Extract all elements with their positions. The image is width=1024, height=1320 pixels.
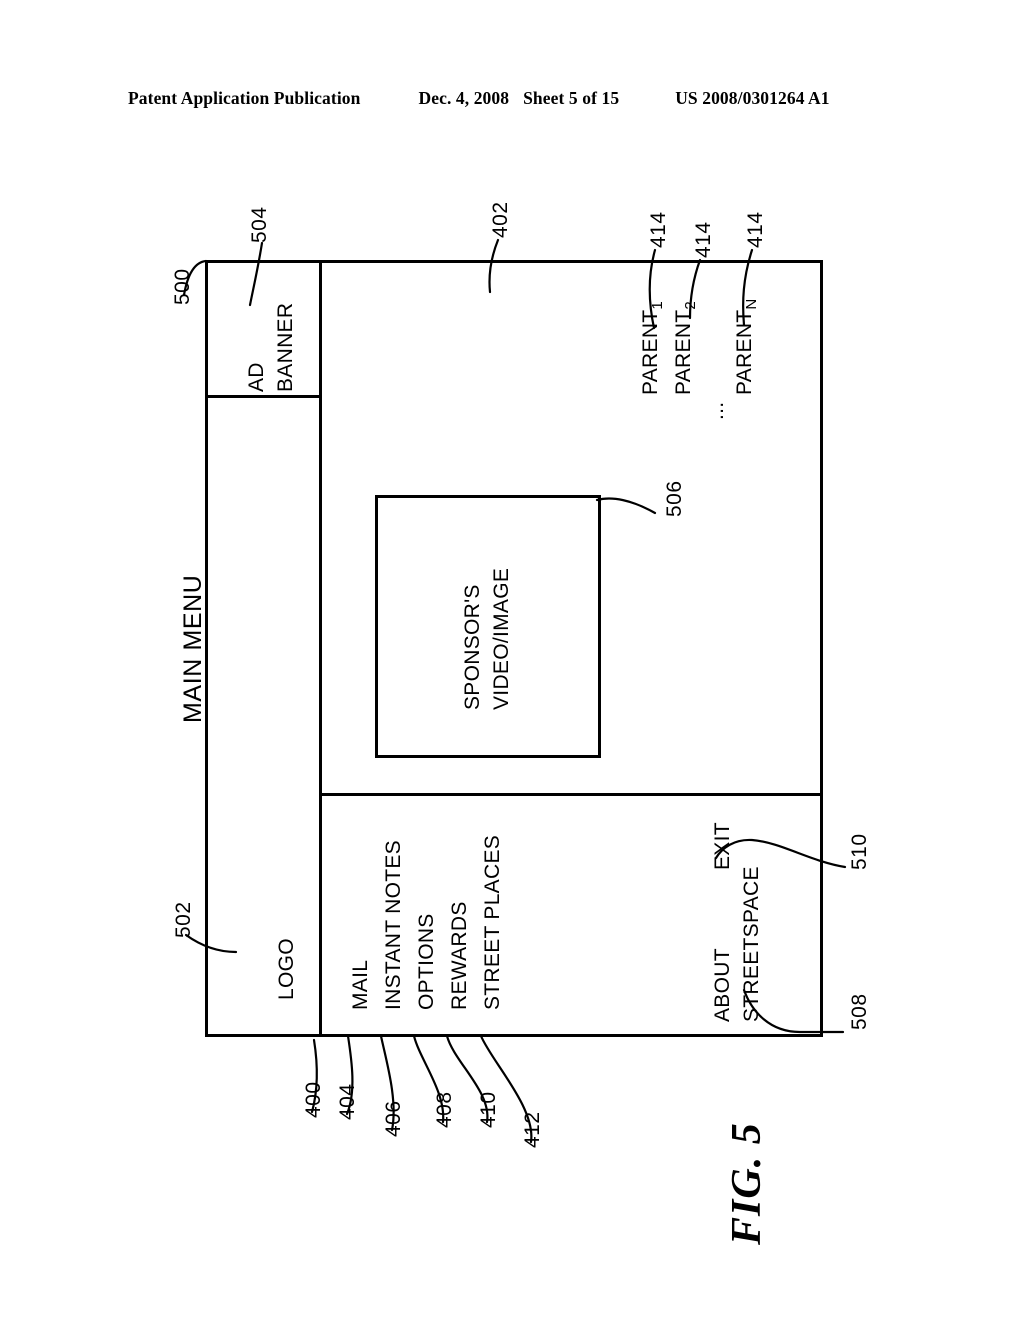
parent-label-n: PARENTN xyxy=(733,298,761,395)
column-divider xyxy=(319,263,322,1037)
parent-1-name: PARENT xyxy=(639,309,662,395)
parent-ellipsis: ... xyxy=(705,401,728,420)
parent-2-sub: 2 xyxy=(682,300,700,310)
menu-item-rewards[interactable]: REWARDS xyxy=(448,901,471,1010)
menu-item-street-places[interactable]: STREET PLACES xyxy=(481,835,504,1010)
figure-title: MAIN MENU xyxy=(179,574,207,723)
ad-banner-label-line2: BANNER xyxy=(274,302,297,392)
parent-2-name: PARENT xyxy=(672,309,695,395)
ref-numeral-406: 406 xyxy=(382,1100,405,1137)
ref-numeral-504: 504 xyxy=(248,206,271,243)
sponsor-media-box[interactable] xyxy=(375,495,601,758)
parent-label-2: PARENT2 xyxy=(672,300,700,395)
ref-numeral-502: 502 xyxy=(172,901,195,938)
footer-item-about-line2[interactable]: STREETSPACE xyxy=(740,866,763,1022)
parent-n-name: PARENT xyxy=(733,309,756,395)
ui-frame xyxy=(205,260,823,1037)
ref-numeral-414-b: 414 xyxy=(692,221,715,258)
ref-numeral-414-c: 414 xyxy=(744,211,767,248)
parent-1-sub: 1 xyxy=(649,300,667,310)
ref-numeral-500: 500 xyxy=(171,268,194,305)
figure-number-label: FIG. 5 xyxy=(724,1122,770,1245)
ref-numeral-408: 408 xyxy=(433,1091,456,1128)
menu-item-instant-notes[interactable]: INSTANT NOTES xyxy=(382,840,405,1010)
logo-label: LOGO xyxy=(275,938,298,1000)
ref-numeral-414-a: 414 xyxy=(647,211,670,248)
parent-n-sub: N xyxy=(743,298,761,310)
parent-label-1: PARENT1 xyxy=(639,300,667,395)
sponsor-label-line2: VIDEO/IMAGE xyxy=(490,567,513,710)
row-divider xyxy=(319,793,823,796)
ref-numeral-404: 404 xyxy=(336,1083,359,1120)
menu-item-mail[interactable]: MAIL xyxy=(349,960,372,1010)
sponsor-label-line1: SPONSOR'S xyxy=(461,584,484,710)
ad-banner-divider xyxy=(208,395,322,398)
menu-item-options[interactable]: OPTIONS xyxy=(415,913,438,1010)
ref-numeral-400: 400 xyxy=(302,1081,325,1118)
footer-item-about-line1[interactable]: ABOUT xyxy=(711,948,734,1022)
ref-numeral-402: 402 xyxy=(489,201,512,238)
ref-numeral-510: 510 xyxy=(848,833,871,870)
ref-numeral-508: 508 xyxy=(848,993,871,1030)
ref-numeral-506: 506 xyxy=(663,480,686,517)
patent-figure: MAIN MENU AD BANNER LOGO SPONSOR'S VIDEO… xyxy=(0,0,1024,1320)
ref-numeral-410: 410 xyxy=(477,1091,500,1128)
ref-numeral-412: 412 xyxy=(521,1111,544,1148)
ad-banner-label-line1: AD xyxy=(245,362,268,392)
footer-item-exit[interactable]: EXIT xyxy=(711,822,734,870)
